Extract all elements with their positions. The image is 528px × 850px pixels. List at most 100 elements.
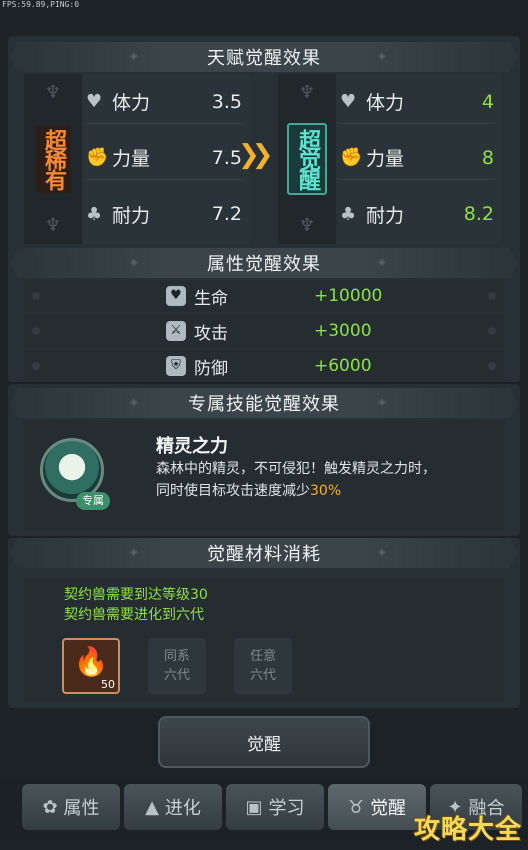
attribute-label: 生命 — [194, 288, 228, 309]
attribute-value: +3000 — [314, 321, 372, 341]
ornament-left-icon: ◈ — [130, 51, 139, 62]
fps-readout: FPS:59.89,PING:0 — [2, 0, 80, 9]
heart-icon: ♥ — [340, 91, 357, 112]
stat-label: 体力 — [366, 92, 405, 114]
ornament-left-icon: ◈ — [130, 397, 139, 408]
attribute-value: +6000 — [314, 356, 372, 376]
slot-line: 六代 — [249, 668, 276, 683]
watermark: 攻略大全 — [413, 815, 522, 845]
row-dot-icon — [488, 292, 496, 300]
talent-before-card: ♆ 超稀有 ♆ ♥ 体力 3.5 ✊ 力量 7.5 ♣ 耐力 7.2 — [24, 74, 250, 244]
material-item-slot[interactable]: 🔥 50 — [62, 638, 120, 694]
row-dot-icon — [488, 362, 496, 370]
fist-icon: ✊ — [86, 147, 109, 168]
stat-row: ♥ 体力 3.5 — [86, 80, 242, 124]
slot-line: 六代 — [163, 668, 190, 683]
stat-value: 7.2 — [211, 203, 242, 225]
skill-desc-line2: 同时使目标攻击速度减少30% — [156, 480, 496, 502]
stat-row: ✊ 力量 7.5 — [86, 136, 242, 180]
book-icon: ▣ — [245, 796, 263, 818]
attribute-label: 攻击 — [194, 323, 228, 344]
row-dot-icon — [32, 327, 40, 335]
requirement-level: 契约兽需要到达等级30 — [64, 587, 208, 603]
ornament-right-icon: ◈ — [378, 397, 387, 408]
row-dot-icon — [32, 362, 40, 370]
ornament-right-icon: ◈ — [378, 51, 387, 62]
paw-icon: ✿ — [42, 796, 58, 818]
fire-spirit-icon: 🔥 — [73, 645, 109, 678]
tier-label: 超觉醒 — [287, 123, 327, 195]
attribute-header-title: 属性觉醒效果 — [207, 254, 321, 275]
stat-row: ♥ 体力 4 — [340, 80, 494, 124]
stat-value: 4 — [481, 90, 494, 113]
stat-label: 力量 — [366, 148, 405, 170]
attribute-header: ◈ 属性觉醒效果 ◈ — [10, 248, 518, 278]
material-slot-same-series[interactable]: 同系 六代 — [148, 638, 206, 694]
attribute-row-hp: ♥ 生命 +10000 — [24, 280, 504, 312]
stat-label: 体力 — [112, 92, 151, 114]
attribute-value: +10000 — [314, 286, 383, 306]
talent-header: ◈ 天赋觉醒效果 ◈ — [10, 42, 518, 72]
skill-desc-line2-text: 同时使目标攻击速度减少 — [156, 483, 310, 499]
stat-value: 8 — [481, 146, 494, 169]
ornament-right-icon: ◈ — [378, 257, 387, 268]
ornament-left-icon: ◈ — [130, 257, 139, 268]
ornament-right-icon: ◈ — [378, 547, 387, 558]
crest-icon: ♆ — [44, 215, 62, 236]
slot-line: 同系 — [163, 649, 190, 664]
fist-icon: ✊ — [340, 147, 363, 168]
exclusive-tag: 专属 — [76, 492, 110, 510]
stat-label: 力量 — [112, 148, 151, 170]
materials-header: ◈ 觉醒材料消耗 ◈ — [10, 538, 518, 568]
tab-label: 觉醒 — [370, 798, 407, 819]
double-chevron-right-icon: ❯❯ — [238, 140, 273, 170]
arrow-up-icon: ▲ — [145, 796, 159, 818]
skill-description: 森林中的精灵，不可侵犯！触发精灵之力时， 同时使目标攻击速度减少30% — [156, 458, 496, 502]
sword-icon: ⚔ — [166, 321, 186, 341]
materials-header-title: 觉醒材料消耗 — [207, 544, 321, 565]
tier-column: ♆ 超觉醒 ♆ — [278, 74, 336, 244]
tier-column: ♆ 超稀有 ♆ — [24, 74, 82, 244]
skill-header: ◈ 专属技能觉醒效果 ◈ — [10, 388, 518, 418]
item-count: 50 — [101, 678, 115, 691]
tier-label: 超稀有 — [35, 125, 71, 193]
tab-attributes[interactable]: ✿ 属性 — [22, 784, 120, 830]
stat-value: 8.2 — [463, 203, 494, 225]
heart-icon: ♥ — [86, 91, 103, 112]
stat-value: 3.5 — [211, 90, 242, 113]
stat-row: ♣ 耐力 8.2 — [340, 192, 494, 236]
beast-head-icon: ♉ — [347, 796, 365, 818]
material-slot-any[interactable]: 任意 六代 — [234, 638, 292, 694]
tab-label: 属性 — [63, 798, 100, 819]
attribute-row-atk: ⚔ 攻击 +3000 — [24, 315, 504, 347]
skill-header-title: 专属技能觉醒效果 — [188, 394, 340, 415]
shield-plant-icon: ♣ — [86, 203, 103, 225]
stat-label: 耐力 — [112, 204, 151, 227]
talent-header-title: 天赋觉醒效果 — [207, 48, 321, 69]
shield-plant-icon: ♣ — [340, 203, 357, 225]
crest-icon: ♆ — [298, 82, 316, 103]
tab-evolve[interactable]: ▲ 进化 — [124, 784, 222, 830]
tab-awaken[interactable]: ♉ 觉醒 — [328, 784, 426, 830]
heart-shield-icon: ♥ — [166, 286, 186, 306]
stat-label: 耐力 — [366, 204, 405, 227]
stat-row: ♣ 耐力 7.2 — [86, 192, 242, 236]
slot-line: 任意 — [249, 649, 276, 664]
requirement-evolution: 契约兽需要进化到六代 — [64, 607, 204, 623]
attribute-row-def: ⛨ 防御 +6000 — [24, 350, 504, 382]
attribute-label: 防御 — [194, 358, 228, 379]
tab-learn[interactable]: ▣ 学习 — [226, 784, 324, 830]
row-dot-icon — [32, 292, 40, 300]
crest-icon: ♆ — [298, 215, 316, 236]
skill-desc-highlight: 30% — [310, 483, 342, 499]
tab-label: 进化 — [164, 798, 201, 819]
crest-icon: ♆ — [44, 82, 62, 103]
skill-name: 精灵之力 — [156, 436, 228, 457]
row-dot-icon — [488, 327, 496, 335]
skill-desc-line1: 森林中的精灵，不可侵犯！触发精灵之力时， — [156, 461, 436, 477]
awaken-button[interactable]: 觉醒 — [158, 716, 370, 768]
tab-label: 学习 — [268, 798, 305, 819]
stat-row: ✊ 力量 8 — [340, 136, 494, 180]
ornament-left-icon: ◈ — [130, 547, 139, 558]
talent-after-card: ♆ 超觉醒 ♆ ♥ 体力 4 ✊ 力量 8 ♣ 耐力 8.2 — [278, 74, 502, 244]
